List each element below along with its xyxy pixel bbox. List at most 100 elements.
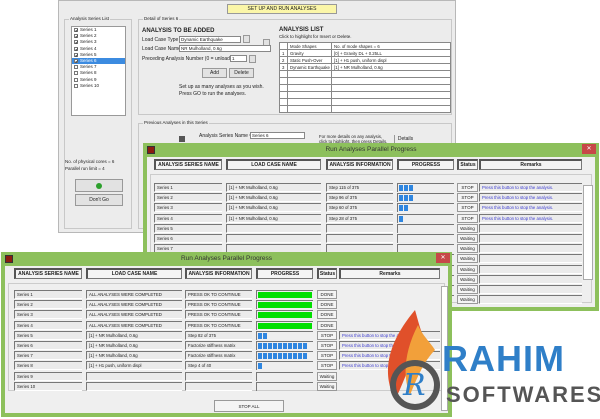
table-row[interactable] xyxy=(279,84,451,92)
column-header-status: Status xyxy=(457,159,478,170)
status-button[interactable]: Waiting xyxy=(317,381,337,391)
table-row[interactable]: Mode Shapes No. of mode shapes = 6 xyxy=(279,42,451,50)
analysis-list-table[interactable]: Mode Shapes No. of mode shapes = 6 1 Gravit… xyxy=(279,42,451,113)
series-name-cell: Series 10 xyxy=(14,381,82,391)
analysis-list-hint: Click to highlight for Insert or Delete. xyxy=(279,34,352,39)
progress-segment xyxy=(283,353,287,360)
checkbox[interactable]: ✔ xyxy=(74,28,78,33)
series-name-input[interactable]: Series 6 xyxy=(250,132,305,139)
table-cell: Static Push-Over xyxy=(287,56,332,64)
series-label: Series 1 xyxy=(80,27,97,33)
close-button[interactable]: ✕ xyxy=(582,144,596,154)
status-button[interactable]: STOP xyxy=(457,213,478,223)
status-button[interactable]: STOP xyxy=(457,183,478,192)
status-button[interactable]: STOP xyxy=(317,341,337,350)
table-row[interactable] xyxy=(279,77,451,85)
status-button[interactable]: STOP xyxy=(317,351,337,361)
load-case-cell: [1] + NR Mulholland, 0.6g xyxy=(226,203,321,213)
close-button[interactable]: ✕ xyxy=(436,253,450,263)
progress-segment xyxy=(303,343,307,349)
status-button[interactable]: DONE xyxy=(317,310,337,320)
status-button[interactable]: Waiting xyxy=(457,223,478,233)
status-button[interactable]: Waiting xyxy=(457,244,478,254)
checkbox[interactable]: ✔ xyxy=(74,59,78,64)
progress-segment xyxy=(263,332,267,339)
progress-bar xyxy=(397,183,454,192)
edit-icon[interactable] xyxy=(249,55,256,63)
table-cell: [1] + NR Mulholland, 0.6g xyxy=(331,63,451,71)
progress-segment xyxy=(258,343,262,349)
table-cell: Mode Shapes xyxy=(287,42,332,50)
table-cell: [0] + Gravity DL + 0.25LL xyxy=(331,49,451,57)
table-cell xyxy=(287,105,332,113)
checkbox[interactable]: ✔ xyxy=(74,46,78,51)
progress-bar xyxy=(256,381,313,391)
series-name-cell: Series 3 xyxy=(154,203,222,213)
load-case-name-label: Load Case Name xyxy=(142,46,181,52)
remarks-cell: Press this button to stop the analysis. xyxy=(479,203,582,213)
scrollbar[interactable] xyxy=(583,185,593,280)
column-header-name: ANALYSIS SERIES NAME xyxy=(14,268,82,279)
dont-go-button[interactable]: Don't Go xyxy=(75,194,123,206)
table-cell: Gravity xyxy=(287,49,332,57)
window-title: SET UP AND RUN ANALYSES xyxy=(227,4,337,14)
checkbox[interactable] xyxy=(74,83,78,88)
table-row[interactable]: 1 Gravity [0] + Gravity DL + 0.25LL xyxy=(279,49,451,57)
status-button[interactable]: Waiting xyxy=(457,285,478,294)
analysis-list-heading: ANALYSIS LIST xyxy=(279,27,324,33)
progress-segment xyxy=(404,205,408,212)
checkbox[interactable]: ✔ xyxy=(74,34,78,39)
load-case-type-select[interactable]: Dynamic Earthquake xyxy=(179,36,241,43)
status-button[interactable]: Waiting xyxy=(457,254,478,264)
status-button[interactable]: Waiting xyxy=(457,264,478,274)
remarks-cell xyxy=(479,274,582,284)
progress-segment xyxy=(258,353,262,360)
list-item[interactable]: Series 10 xyxy=(72,83,125,89)
print-icon[interactable] xyxy=(179,136,185,142)
hint-text: Set up as many analyses as you wish. xyxy=(179,84,264,90)
status-button[interactable]: STOP xyxy=(317,330,337,340)
add-button[interactable]: Add xyxy=(202,68,227,78)
checkbox[interactable]: ✔ xyxy=(74,52,78,57)
info-cell: PRESS OK TO CONTINUE xyxy=(185,290,252,299)
status-button[interactable]: Waiting xyxy=(457,274,478,284)
table-cell xyxy=(279,70,288,78)
stop-all-button[interactable]: STOP ALL xyxy=(214,400,284,412)
status-button[interactable]: STOP xyxy=(457,203,478,213)
status-button[interactable]: DONE xyxy=(317,290,337,299)
series-label: Series 8 xyxy=(80,70,97,76)
go-button[interactable] xyxy=(75,179,123,192)
table-row[interactable] xyxy=(279,70,451,78)
status-button[interactable]: Waiting xyxy=(457,234,478,243)
progress-fill xyxy=(258,302,312,309)
load-case-cell: [1] + NR Mulholland, 0.6g xyxy=(226,193,321,203)
table-cell: Dynamic Earthquake xyxy=(287,63,332,71)
table-row[interactable] xyxy=(279,105,451,113)
table-row[interactable] xyxy=(279,91,451,99)
status-button[interactable]: STOP xyxy=(457,193,478,203)
remarks-cell xyxy=(479,285,582,294)
preceding-select[interactable]: 1 xyxy=(230,55,247,62)
table-row[interactable]: 3 Dynamic Earthquake [1] + NR Mulholland, … xyxy=(279,63,451,71)
status-button[interactable]: DONE xyxy=(317,300,337,310)
edit-icon[interactable] xyxy=(243,35,250,43)
checkbox[interactable]: ✔ xyxy=(74,40,78,45)
checkbox[interactable] xyxy=(74,65,78,70)
progress-segment xyxy=(409,195,413,202)
progress-bar xyxy=(256,371,313,381)
status-button[interactable]: DONE xyxy=(317,320,337,330)
progress-bar xyxy=(256,310,313,320)
series-name-cell: Series 5 xyxy=(14,330,82,340)
table-cell xyxy=(331,105,451,113)
status-button[interactable]: Waiting xyxy=(317,371,337,381)
checkbox[interactable] xyxy=(74,71,78,76)
checkbox[interactable] xyxy=(74,77,78,82)
series-listbox[interactable]: ✔ Series 1 ✔ Series 2 ✔ Series 3 ✔ Series 4 ✔ Ser… xyxy=(71,26,126,116)
load-case-name-select[interactable]: NR Mulholland, 0.6g xyxy=(179,45,271,52)
table-row[interactable]: 2 Static Push-Over [1] + H1 push, uniform … xyxy=(279,56,451,64)
delete-button[interactable]: Delete xyxy=(229,68,254,78)
table-row[interactable] xyxy=(279,98,451,106)
series-name-cell: Series 1 xyxy=(154,183,222,192)
column-header-name: ANALYSIS SERIES NAME xyxy=(154,159,222,170)
status-button[interactable]: STOP xyxy=(317,361,337,371)
